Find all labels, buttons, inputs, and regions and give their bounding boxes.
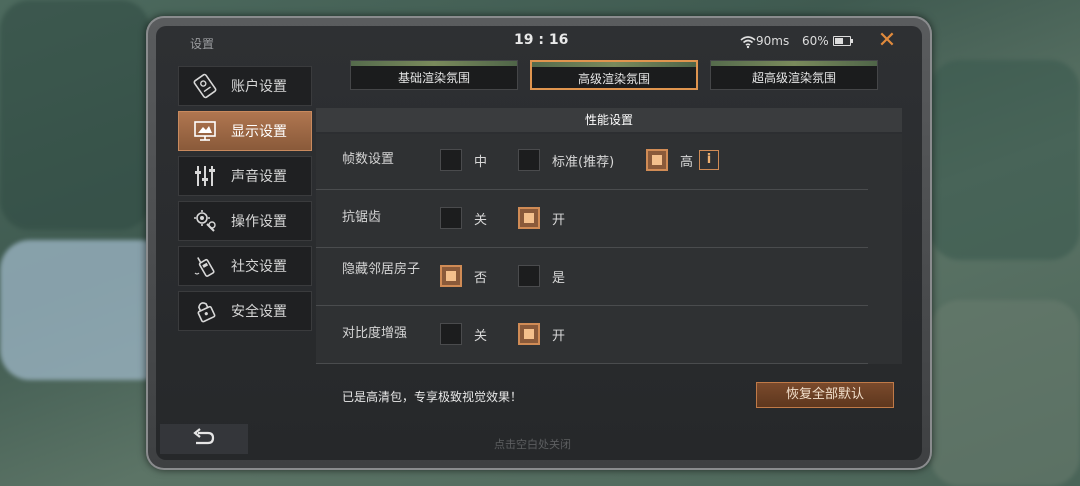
option-label: 关 bbox=[474, 212, 488, 228]
background-blur-shape bbox=[0, 0, 150, 230]
option-label: 是 bbox=[552, 270, 566, 286]
display-monitor-icon bbox=[191, 117, 219, 145]
status-bar: 设置 19 : 16 90ms 60% ✕ bbox=[156, 26, 922, 58]
sidebar-item-controls[interactable]: 操作设置 bbox=[178, 201, 312, 241]
setting-label: 隐藏邻居房子 bbox=[342, 262, 421, 277]
option-label: 中 bbox=[474, 154, 488, 170]
background-blur-shape bbox=[930, 60, 1080, 260]
option-off[interactable]: 关 bbox=[440, 207, 487, 229]
option-no[interactable]: 否 bbox=[440, 265, 487, 287]
render-quality-tabs: 基础渲染氛围 高级渲染氛围 超高级渲染氛围 bbox=[350, 60, 880, 92]
sidebar-item-label: 操作设置 bbox=[231, 214, 287, 230]
checkbox-checked[interactable] bbox=[518, 323, 540, 345]
ping-value: 90ms bbox=[756, 34, 790, 48]
option-medium[interactable]: 中 bbox=[440, 149, 487, 171]
setting-row-hide-neighbor: 隐藏邻居房子 否 是 bbox=[316, 250, 868, 306]
checkbox[interactable] bbox=[440, 323, 462, 345]
panel-title: 设置 bbox=[190, 37, 215, 51]
setting-row-anti-aliasing: 抗锯齿 关 开 bbox=[316, 192, 868, 248]
background-blur-shape bbox=[930, 300, 1080, 486]
controls-gear-icon bbox=[191, 207, 219, 235]
security-lock-icon bbox=[191, 297, 219, 325]
checkbox[interactable] bbox=[440, 207, 462, 229]
walkie-talkie-icon bbox=[191, 252, 219, 280]
checkbox-checked[interactable] bbox=[518, 207, 540, 229]
sidebar-item-label: 账户设置 bbox=[231, 79, 287, 95]
setting-label: 抗锯齿 bbox=[342, 210, 382, 225]
setting-label: 对比度增强 bbox=[342, 326, 408, 341]
tap-outside-hint: 点击空白处关闭 bbox=[494, 438, 571, 451]
sidebar-item-account[interactable]: 账户设置 bbox=[178, 66, 312, 106]
battery-icon bbox=[833, 36, 853, 46]
checkbox[interactable] bbox=[440, 149, 462, 171]
settings-list: 帧数设置 中 标准(推荐) 高 i 抗锯齿 关 开 隐藏邻居房子 否 是 对比度… bbox=[316, 134, 902, 364]
option-label: 开 bbox=[552, 212, 566, 228]
sidebar-item-label: 安全设置 bbox=[231, 304, 287, 320]
setting-row-frame-rate: 帧数设置 中 标准(推荐) 高 i bbox=[316, 134, 868, 190]
sidebar-item-sound[interactable]: 声音设置 bbox=[178, 156, 312, 196]
sidebar-item-label: 社交设置 bbox=[231, 259, 287, 275]
checkbox[interactable] bbox=[518, 265, 540, 287]
account-card-icon bbox=[191, 72, 219, 100]
settings-sidebar: 账户设置 显示设置 声音设置 操作设置 社交设置 安全设置 bbox=[178, 66, 312, 336]
checkbox-checked[interactable] bbox=[646, 149, 668, 171]
option-off[interactable]: 关 bbox=[440, 323, 487, 345]
tab-ultra-render[interactable]: 超高级渲染氛围 bbox=[710, 60, 878, 90]
back-arrow-icon bbox=[192, 427, 216, 451]
checkbox[interactable] bbox=[518, 149, 540, 171]
section-header: 性能设置 bbox=[316, 108, 902, 132]
option-standard[interactable]: 标准(推荐) bbox=[518, 149, 614, 171]
setting-row-contrast: 对比度增强 关 开 bbox=[316, 308, 868, 364]
wifi-icon bbox=[740, 34, 756, 49]
option-high[interactable]: 高 i bbox=[646, 149, 720, 171]
checkbox-checked[interactable] bbox=[440, 265, 462, 287]
info-icon[interactable]: i bbox=[699, 150, 720, 170]
section-title: 性能设置 bbox=[584, 113, 633, 127]
tab-basic-render[interactable]: 基础渲染氛围 bbox=[350, 60, 518, 90]
setting-label: 帧数设置 bbox=[342, 152, 395, 167]
battery-percentage: 60% bbox=[802, 34, 829, 48]
option-label: 开 bbox=[552, 328, 566, 344]
close-icon[interactable]: ✕ bbox=[874, 28, 900, 54]
sound-sliders-icon bbox=[191, 162, 219, 190]
background-blur-shape bbox=[0, 240, 170, 380]
sidebar-item-display[interactable]: 显示设置 bbox=[178, 111, 312, 151]
option-label: 关 bbox=[474, 328, 488, 344]
tab-advanced-render[interactable]: 高级渲染氛围 bbox=[530, 60, 698, 90]
sidebar-item-security[interactable]: 安全设置 bbox=[178, 291, 312, 331]
tab-label: 超高级渲染氛围 bbox=[751, 71, 836, 85]
clock: 19 : 16 bbox=[514, 32, 569, 48]
back-button[interactable] bbox=[160, 424, 248, 454]
reset-defaults-button[interactable]: 恢复全部默认 bbox=[756, 382, 894, 408]
settings-panel: 设置 19 : 16 90ms 60% ✕ 账户设置 显示设置 声音设置 操作设… bbox=[156, 26, 922, 460]
option-label: 否 bbox=[474, 270, 488, 286]
sidebar-item-label: 声音设置 bbox=[231, 169, 287, 185]
tab-label: 基础渲染氛围 bbox=[397, 71, 470, 85]
option-label: 高 bbox=[680, 154, 694, 170]
hd-pack-note: 已是高清包，专享极致视觉效果！ bbox=[342, 390, 523, 404]
option-on[interactable]: 开 bbox=[518, 323, 565, 345]
option-yes[interactable]: 是 bbox=[518, 265, 565, 287]
sidebar-item-social[interactable]: 社交设置 bbox=[178, 246, 312, 286]
tab-label: 高级渲染氛围 bbox=[577, 72, 650, 86]
sidebar-item-label: 显示设置 bbox=[231, 124, 287, 140]
option-on[interactable]: 开 bbox=[518, 207, 565, 229]
option-label: 标准(推荐) bbox=[552, 154, 615, 170]
display-settings-content: 基础渲染氛围 高级渲染氛围 超高级渲染氛围 性能设置 帧数设置 中 标准(推荐)… bbox=[316, 60, 904, 364]
